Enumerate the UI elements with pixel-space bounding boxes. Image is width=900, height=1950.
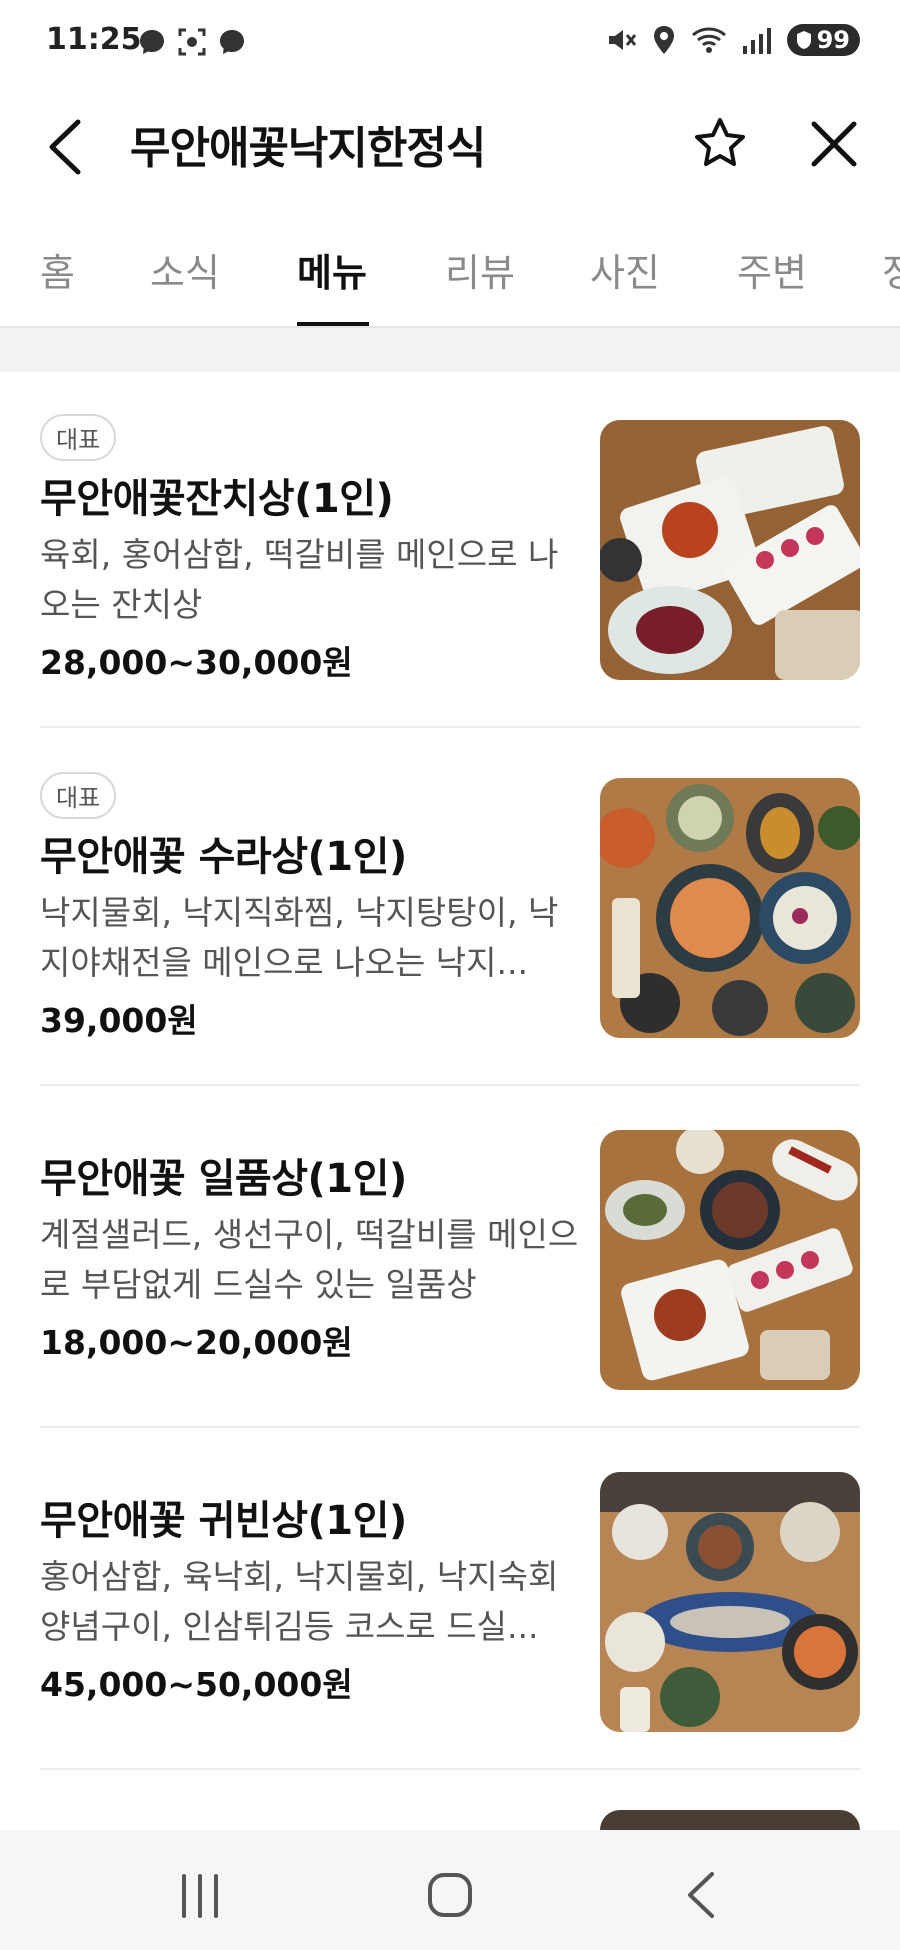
menu-item-description: 낙지물회, 낙지직화찜, 낙지탕탕이, 낙지야채전을 메인으로 나오는 낙지..… [40,893,559,982]
battery-level: 99 [816,26,850,54]
menu-item-photo [600,1810,860,1830]
system-navigation-bar [0,1830,900,1950]
menu-item-price: 45,000~50,000원 [40,1665,353,1704]
home-button[interactable] [410,1860,490,1930]
tab-photos[interactable]: 사진 [590,242,660,297]
location-icon [653,26,674,54]
item-divider [40,1768,860,1770]
menu-item-price: 18,000~20,000원 [40,1323,353,1362]
wifi-icon [691,27,726,53]
menu-item-description: 계절샐러드, 생선구이, 떡갈비를 메인으로 부담없게 드실수 있는 일품상 [40,1215,579,1304]
menu-item-name: 무안애꽃 일품상(1인) [40,1156,407,1202]
status-time: 11:25 [46,22,142,57]
tab-menu[interactable]: 메뉴 [297,242,367,297]
home-icon [428,1873,472,1917]
tab-nearby[interactable]: 주변 [737,242,807,297]
recent-apps-icon [182,1874,218,1918]
item-divider [40,1426,860,1428]
back-button[interactable] [38,114,94,180]
tab-info[interactable]: 정 [882,242,900,297]
menu-item-price: 39,000원 [40,1001,198,1040]
app-header: 무안애꽃낙지한정식 [0,92,900,202]
favorite-button[interactable] [690,114,750,174]
page-title: 무안애꽃낙지한정식 [130,123,486,174]
close-button[interactable] [804,114,864,174]
tab-reviews[interactable]: 리뷰 [445,242,515,297]
status-system-icons: 99 [605,24,860,56]
messenger-icon [140,30,164,54]
tab-home[interactable]: 홈 [40,242,75,297]
menu-item-description: 홍어삼합, 육낙회, 낙지물회, 낙지숙회 양념구이, 인삼튀김등 코스로 드실… [40,1557,559,1646]
menu-item-price: 28,000~30,000원 [40,643,353,682]
menu-item-name: 무안애꽃 귀빈상(1인) [40,1498,407,1544]
section-divider [0,326,900,372]
status-notification-icons [136,26,248,58]
back-arrow-icon [688,1872,714,1918]
mute-icon [608,30,636,50]
signature-badge: 대표 [40,414,117,461]
item-divider [40,726,860,728]
close-icon [811,121,857,167]
system-back-button[interactable] [662,1860,742,1930]
menu-item-photo [600,1472,860,1732]
tab-bar: 홈 소식 메뉴 리뷰 사진 주변 정 [0,222,900,328]
menu-item-photo [600,1130,860,1390]
star-outline-icon [695,118,745,166]
chevron-left-icon [49,119,81,175]
signal-icon [742,28,771,54]
menu-item-name: 무안애꽃잔치상(1인) [40,476,394,522]
messenger-icon-2 [220,30,244,54]
menu-item-photo [600,778,860,1038]
battery-indicator: 99 [786,24,860,56]
menu-item-name: 무안애꽃 수라상(1인) [40,834,407,880]
menu-item-photo [600,420,860,680]
status-bar: 11:25 99 [0,0,900,86]
recent-apps-button[interactable] [160,1860,240,1930]
signature-badge: 대표 [40,772,117,819]
menu-item-description: 육회, 홍어삼합, 떡갈비를 메인으로 나오는 잔치상 [40,535,559,624]
screenshot-icon [178,28,206,56]
tab-news[interactable]: 소식 [150,242,220,297]
item-divider [40,1084,860,1086]
shield-icon [796,31,811,49]
